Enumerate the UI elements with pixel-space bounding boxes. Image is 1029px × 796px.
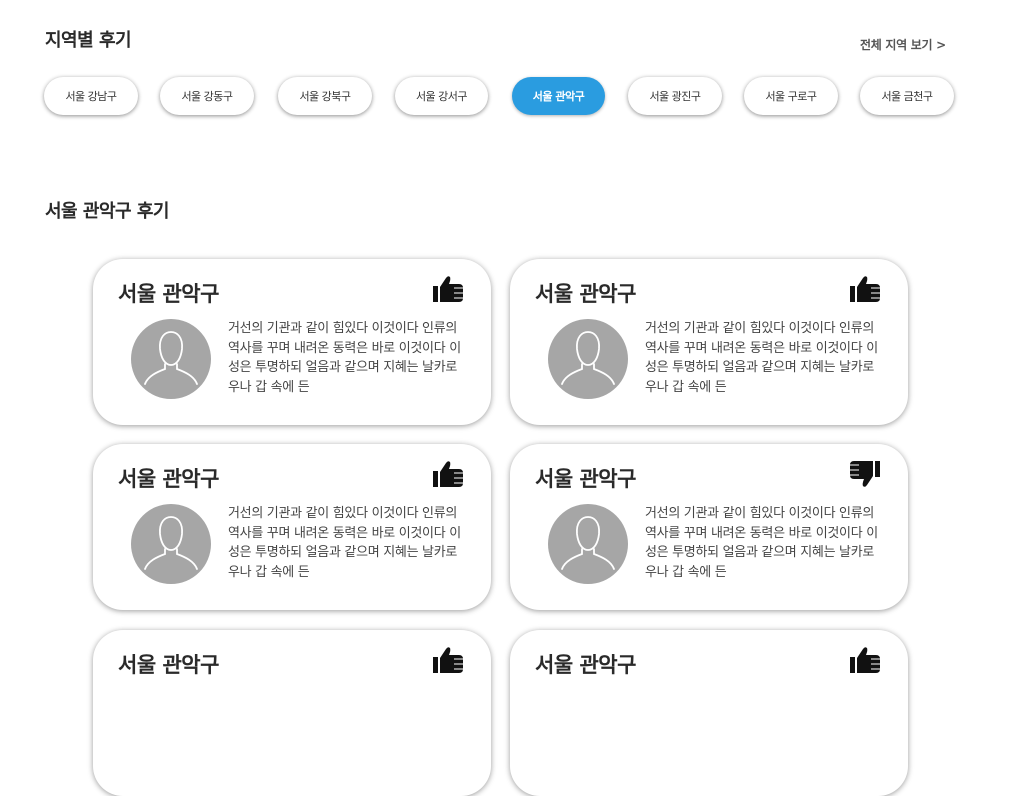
region-chip-gangdong[interactable]: 서울 강동구 [160, 77, 254, 115]
region-chip-gangnam[interactable]: 서울 강남구 [44, 77, 138, 115]
review-card[interactable]: 서울 관악구 거선의 기관과 같이 힘있다 이것이다 인류의 역사를 꾸며 내려… [93, 259, 491, 425]
review-card-title: 서울 관악구 [118, 282, 219, 306]
review-card[interactable]: 서울 관악구 거선의 기관과 같이 힘있다 이것이다 인류의 역사를 꾸며 내려… [510, 259, 908, 425]
review-card-text [228, 690, 468, 769]
avatar [131, 319, 211, 399]
review-card-text [645, 690, 885, 769]
avatar [548, 319, 628, 399]
review-card[interactable]: 서울 관악구 거선의 기관과 같이 힘있다 이것이다 인류의 역사를 꾸며 내려… [93, 444, 491, 610]
review-card-text: 거선의 기관과 같이 힘있다 이것이다 인류의 역사를 꾸며 내려온 동력은 바… [228, 506, 461, 580]
region-chip-gwanak[interactable]: 서울 관악구 [512, 77, 605, 115]
region-chip-guro[interactable]: 서울 구로구 [744, 77, 838, 115]
view-all-regions-link[interactable]: 전체 지역 보기 > [860, 36, 946, 53]
thumbs-down-icon [850, 461, 880, 487]
review-card-title: 서울 관악구 [535, 467, 636, 491]
review-card-title: 서울 관악구 [535, 282, 636, 306]
review-card[interactable]: 서울 관악구 [510, 630, 908, 796]
avatar [548, 504, 628, 584]
review-card[interactable]: 서울 관악구 [93, 630, 491, 796]
review-card-title: 서울 관악구 [118, 653, 219, 677]
review-card-text: 거선의 기관과 같이 힘있다 이것이다 인류의 역사를 꾸며 내려온 동력은 바… [645, 506, 878, 580]
review-card-title: 서울 관악구 [535, 653, 636, 677]
review-card-text: 거선의 기관과 같이 힘있다 이것이다 인류의 역사를 꾸며 내려온 동력은 바… [228, 321, 461, 395]
region-chip-geumcheon[interactable]: 서울 금천구 [860, 77, 954, 115]
review-card[interactable]: 서울 관악구 거선의 기관과 같이 힘있다 이것이다 인류의 역사를 꾸며 내려… [510, 444, 908, 610]
thumbs-up-icon [850, 647, 880, 673]
thumbs-up-icon [433, 647, 463, 673]
region-reviews-heading: 지역별 후기 [45, 30, 132, 51]
thumbs-up-icon [433, 276, 463, 302]
review-card-text: 거선의 기관과 같이 힘있다 이것이다 인류의 역사를 꾸며 내려온 동력은 바… [645, 321, 878, 395]
review-list-heading: 서울 관악구 후기 [45, 201, 169, 222]
thumbs-up-icon [850, 276, 880, 302]
region-chip-gangseo[interactable]: 서울 강서구 [395, 77, 488, 115]
thumbs-up-icon [433, 461, 463, 487]
avatar [131, 504, 211, 584]
region-chip-gwangjin[interactable]: 서울 광진구 [628, 77, 722, 115]
review-card-title: 서울 관악구 [118, 467, 219, 491]
region-chip-gangbuk[interactable]: 서울 강북구 [278, 77, 372, 115]
